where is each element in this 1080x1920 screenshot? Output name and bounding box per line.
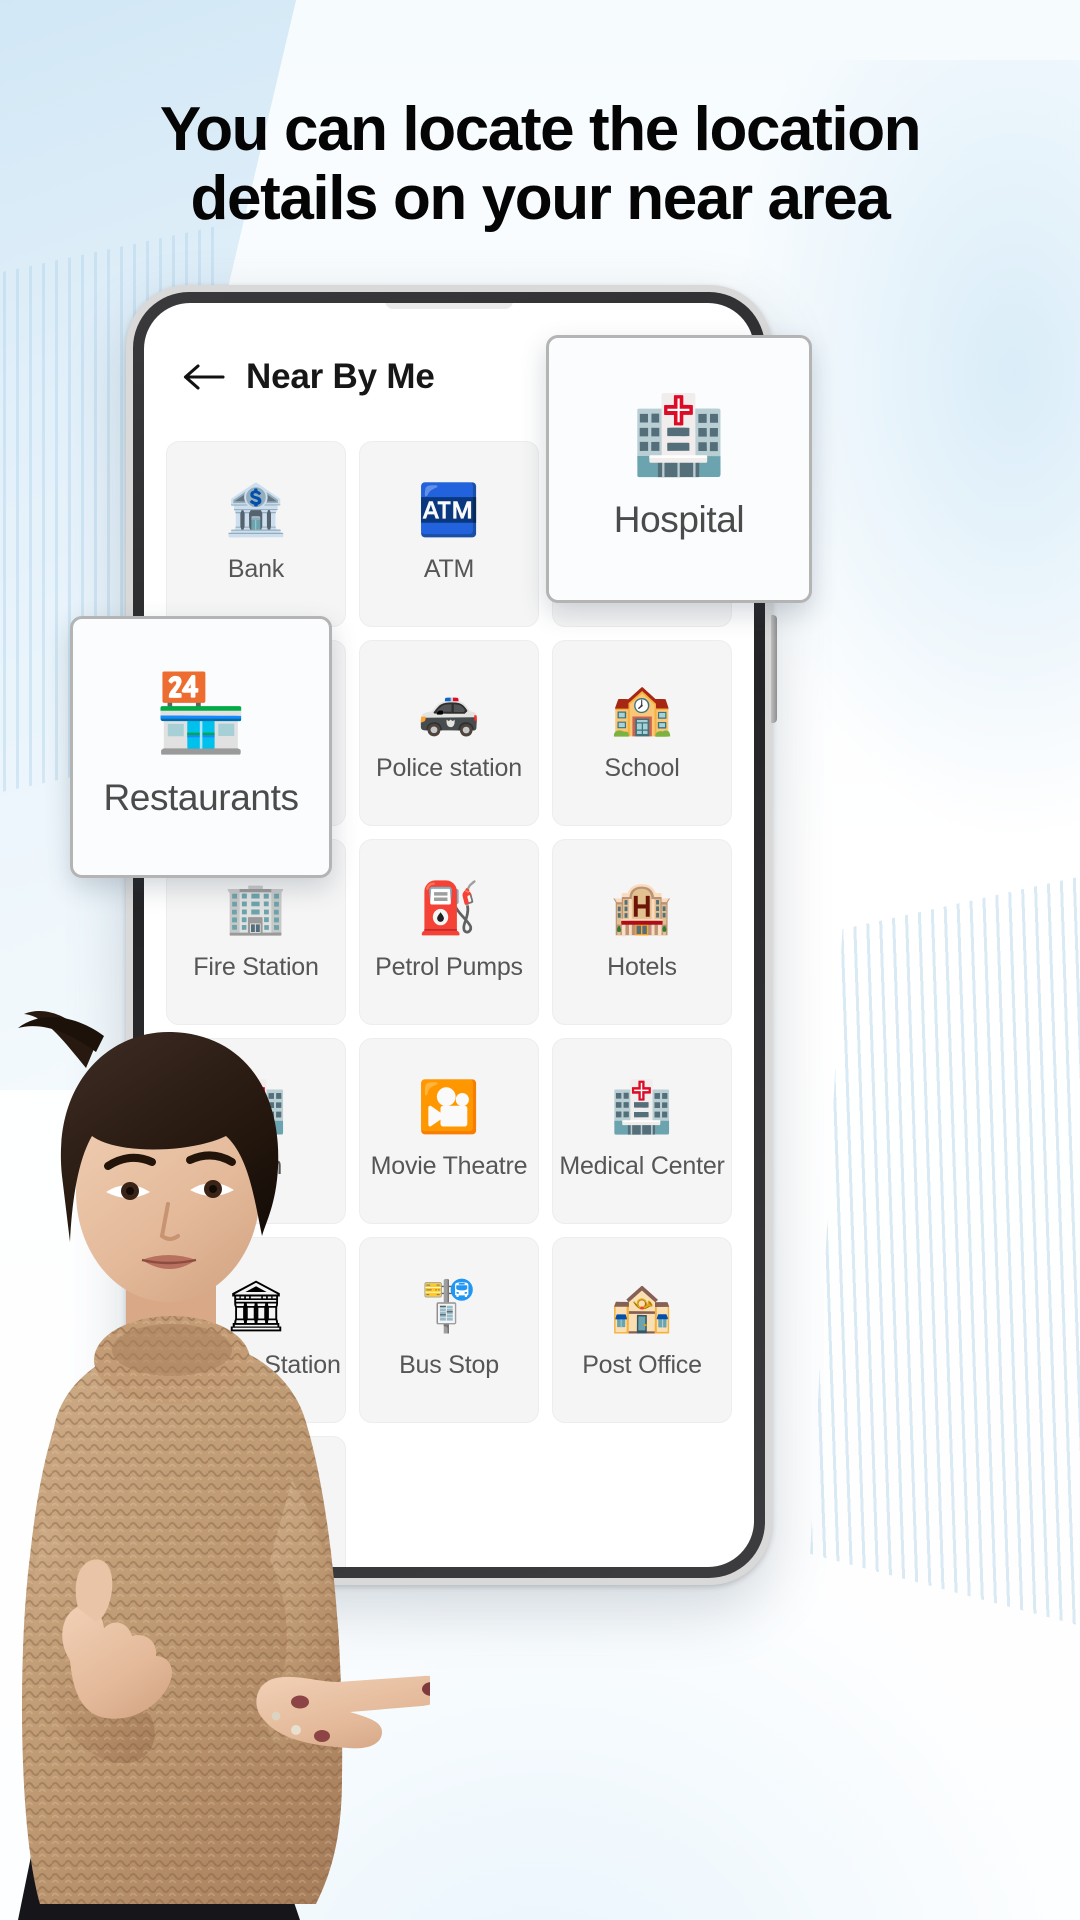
tile-label: ATM <box>423 554 475 583</box>
page-title: Near By Me <box>246 357 435 396</box>
tile-label: School <box>604 753 680 782</box>
presenter-photo <box>0 960 430 1920</box>
tile-label: Post Office <box>582 1350 702 1379</box>
atm-icon: 🏧 <box>417 480 481 539</box>
tile-police-station[interactable]: 🚓 Police station <box>359 640 539 826</box>
phone-power-button[interactable] <box>771 615 777 723</box>
tile-label: Hotels <box>607 952 677 981</box>
medical-center-icon: 🏥 <box>610 1077 674 1136</box>
tile-label: Medical Center <box>559 1151 725 1180</box>
hotel-icon: 🏨 <box>610 878 674 937</box>
post-office-icon: 🏤 <box>610 1276 674 1335</box>
promo-headline-line-1: You can locate the location <box>159 95 922 164</box>
tile-hotels[interactable]: 🏨 Hotels <box>552 839 732 1025</box>
highlight-card-label: Hospital <box>613 499 745 540</box>
highlight-card-hospital[interactable]: 🏥 Hospital <box>546 335 812 603</box>
restaurant-icon: 🏪 <box>153 668 249 757</box>
tile-label: Police station <box>376 753 522 782</box>
tile-post-office[interactable]: 🏤 Post Office <box>552 1237 732 1423</box>
petrol-pump-icon: ⛽ <box>417 878 481 937</box>
tile-medical-center[interactable]: 🏥 Medical Center <box>552 1038 732 1224</box>
school-icon: 🏫 <box>610 679 674 738</box>
tile-bank[interactable]: 🏦 Bank <box>166 441 346 627</box>
hospital-icon: 🏥 <box>631 390 727 479</box>
fire-station-icon: 🏢 <box>224 878 288 937</box>
police-station-icon: 🚓 <box>417 679 481 738</box>
promo-headline: You can locate the location details on y… <box>0 95 1080 234</box>
tile-atm[interactable]: 🏧 ATM <box>359 441 539 627</box>
promo-headline-line-2: details on your near area <box>190 164 891 234</box>
phone-earpiece <box>385 303 513 309</box>
back-arrow-icon[interactable] <box>182 361 226 393</box>
bank-icon: 🏦 <box>224 480 288 539</box>
highlight-card-restaurants[interactable]: 🏪 Restaurants <box>70 616 332 878</box>
tile-label: Bank <box>227 554 285 583</box>
highlight-card-label: Restaurants <box>103 777 299 818</box>
tile-school[interactable]: 🏫 School <box>552 640 732 826</box>
